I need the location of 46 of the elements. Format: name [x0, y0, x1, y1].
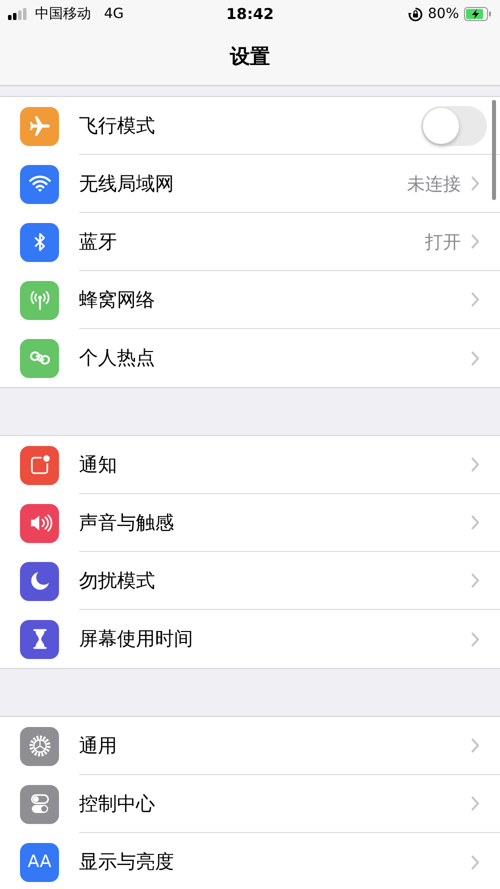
settings-row[interactable]: 声音与触感	[0, 494, 500, 552]
page-title: 设置	[230, 43, 270, 70]
settings-row[interactable]: AA 显示与亮度	[0, 833, 500, 889]
settings-row[interactable]: 飞行模式	[0, 97, 500, 155]
settings-row[interactable]: 蓝牙 打开	[0, 213, 500, 271]
carrier-name: 中国移动	[35, 5, 91, 23]
row-label: 通知	[79, 452, 118, 478]
settings-row[interactable]: 通用	[0, 717, 500, 775]
row-label: 飞行模式	[79, 114, 156, 138]
settings-row[interactable]: 屏幕使用时间	[0, 610, 500, 668]
chevron-icon	[471, 632, 480, 646]
settings-row[interactable]: 控制中心	[0, 775, 500, 833]
chevron-icon	[471, 738, 480, 753]
chevron-icon	[471, 573, 480, 588]
row-label: 显示与亮度	[79, 850, 175, 875]
chevron-icon	[471, 350, 480, 366]
row-label: 通用	[79, 734, 118, 758]
battery-charging-icon	[464, 7, 492, 21]
row-label: 蓝牙	[79, 230, 118, 254]
row-label: 蜂窝网络	[79, 288, 156, 312]
row-label: 个人热点	[79, 346, 156, 371]
row-label: 勿扰模式	[79, 568, 156, 594]
battery-percent: 80%	[428, 6, 459, 22]
chevron-icon	[471, 457, 480, 472]
row-value: 未连接	[407, 172, 461, 196]
chevron-icon	[471, 176, 480, 191]
rotation-lock-icon	[408, 6, 423, 22]
clock-time: 18:42	[226, 5, 274, 23]
chevron-icon	[471, 292, 480, 307]
chevron-icon	[471, 854, 480, 870]
chevron-icon	[471, 796, 480, 811]
toggle-switch[interactable]	[421, 106, 487, 146]
chevron-icon	[471, 234, 480, 249]
chevron-icon	[471, 515, 480, 530]
row-value: 打开	[425, 230, 461, 254]
settings-row[interactable]: 勿扰模式	[0, 552, 500, 610]
settings-row[interactable]: 通知	[0, 436, 500, 494]
row-label: 声音与触感	[79, 510, 175, 536]
row-label: 控制中心	[79, 792, 156, 816]
row-label: 屏幕使用时间	[79, 627, 194, 652]
settings-row[interactable]: 无线局域网 未连接	[0, 155, 500, 213]
settings-row[interactable]: 蜂窝网络	[0, 271, 500, 329]
row-label: 无线局域网	[79, 172, 175, 196]
settings-row[interactable]: 个人热点	[0, 329, 500, 387]
network-type: 4G	[104, 6, 124, 22]
text-size-icon: AA	[20, 842, 59, 882]
